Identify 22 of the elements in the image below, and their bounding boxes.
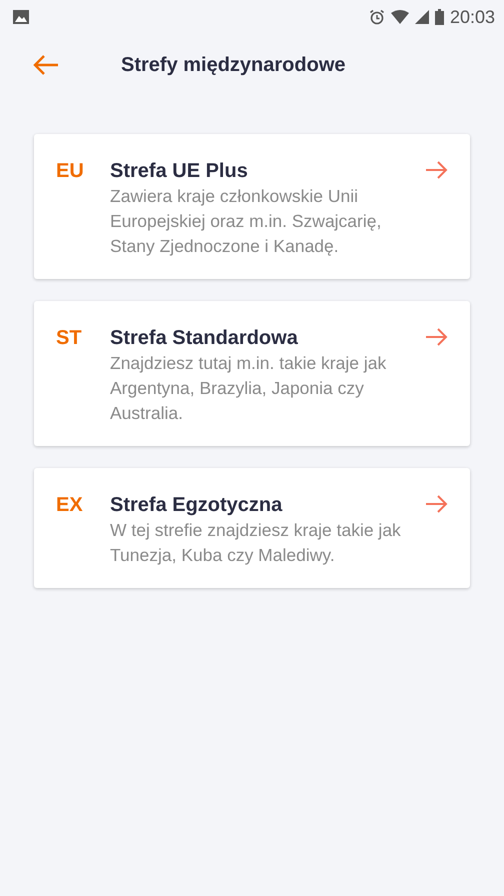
zone-code: ST [56,326,83,351]
zone-code: EX [56,493,84,518]
zone-code: EU [56,159,85,184]
battery-icon [434,9,444,25]
zone-title: Strefa Standardowa [110,326,299,351]
zone-card[interactable]: EU Strefa UE Plus Zawiera kraje członkowskie Unii Europejskiej oraz m.in. Szwajcarię, Stany Zjednoczone i Kanadę. [34,134,470,279]
signal-icon [414,10,429,24]
page-title: Strefy międzynarodowe [121,54,346,76]
gallery-icon [13,10,29,24]
alarm-icon [368,9,385,25]
zone-card[interactable]: EX Strefa Egzotyczna W tej strefie znajdziesz kraje takie jak Tunezja, Kuba czy Malediwy. [34,468,470,588]
zone-description: Znajdziesz tutaj m.in. takie kraje jak Argentyna, Brazylia, Japonia czy Australia. [110,352,388,425]
wifi-icon [390,10,409,24]
zone-description: W tej strefie znajdziesz kraje takie jak Tunezja, Kuba czy Malediwy. [110,519,402,567]
zone-description: Zawiera kraje członkowskie Unii Europejskiej oraz m.in. Szwajcarię, Stany Zjednoczone i Kanadę. [110,185,382,258]
arrow-right-icon [426,328,448,346]
zone-title: Strefa Egzotyczna [110,493,284,518]
status-time: 20:03 [450,6,495,28]
arrow-right-icon [426,161,448,179]
zone-title: Strefa UE Plus [110,159,249,184]
zone-card[interactable]: ST Strefa Standardowa Znajdziesz tutaj m.in. takie kraje jak Argentyna, Brazylia, Japonia czy Australia. [34,301,470,446]
arrow-right-icon [426,495,448,513]
